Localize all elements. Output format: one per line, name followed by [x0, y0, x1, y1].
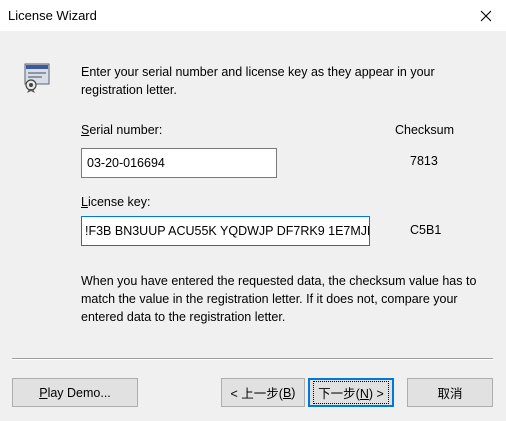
next-accel: N [359, 387, 369, 401]
next-label-pre: 下一步( [318, 387, 360, 401]
license-key-label: License key: [81, 195, 150, 209]
title-bar: License Wizard [0, 0, 506, 31]
intro-text: Enter your serial number and license key… [81, 65, 435, 97]
serial-number-input[interactable]: 03-20-016694 [81, 148, 277, 178]
play-demo-accel: P [39, 385, 48, 400]
license-key-input[interactable]: !F3B BN3UUP ACU55K YQDWJP DF7RK9 1E7MJP [81, 216, 370, 246]
back-label-pre: < 上一步( [230, 387, 283, 401]
separator [12, 358, 493, 360]
next-button[interactable]: 下一步(N) > [308, 378, 394, 407]
serial-number-label: Serial number: [81, 123, 162, 137]
play-demo-button[interactable]: Play Demo... [12, 378, 138, 407]
license-wizard-icon [22, 61, 54, 93]
next-label-post: ) > [368, 387, 384, 401]
close-button[interactable] [466, 0, 506, 31]
license-checksum: C5B1 [410, 223, 442, 237]
serial-checksum: 7813 [410, 154, 438, 168]
license-accel-char: L [81, 195, 88, 209]
checksum-header: Checksum [395, 123, 455, 137]
window-title: License Wizard [8, 8, 97, 23]
serial-label-rest: erial number: [89, 123, 163, 137]
license-label-rest: icense key: [87, 195, 151, 209]
back-accel: B [282, 385, 292, 400]
close-icon [480, 10, 492, 21]
license-wizard-dialog: License Wizard Enter your serial number … [0, 0, 506, 421]
info-text: When you have entered the requested data… [81, 274, 477, 324]
cancel-button[interactable]: 取消 [407, 378, 493, 407]
back-label-post: ) [291, 385, 296, 400]
play-demo-label: lay Demo... [47, 385, 111, 400]
next-focus-rect: 下一步(N) > [313, 381, 389, 404]
back-button[interactable]: < 上一步(B) [221, 378, 305, 407]
